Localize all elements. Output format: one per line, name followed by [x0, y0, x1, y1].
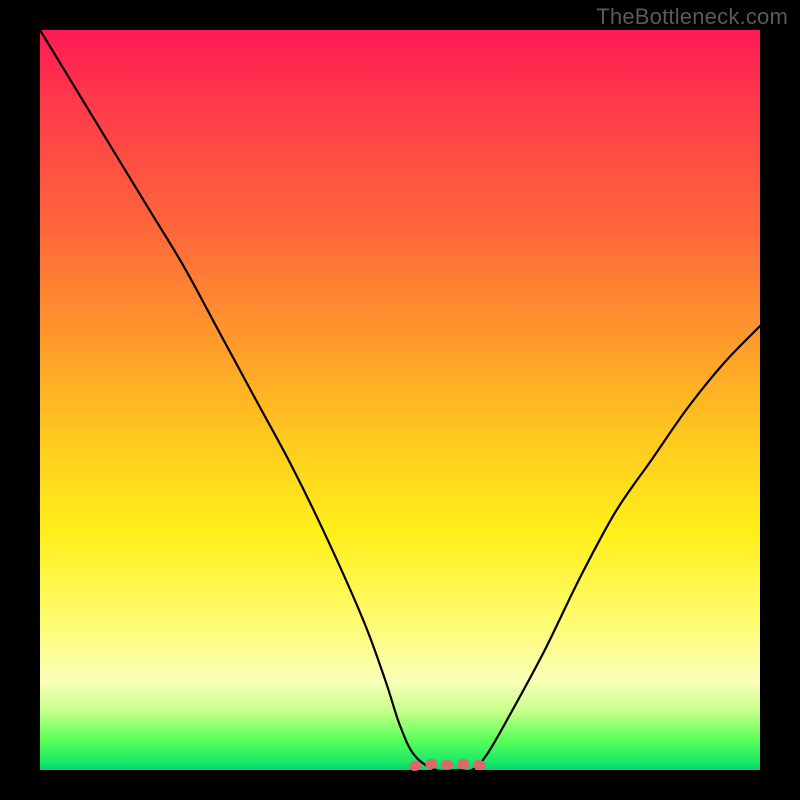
chart-frame: TheBottleneck.com: [0, 0, 800, 800]
watermark-text: TheBottleneck.com: [596, 4, 788, 30]
bottleneck-curve: [40, 30, 760, 771]
plot-area: [40, 30, 760, 770]
curve-svg: [40, 30, 760, 770]
